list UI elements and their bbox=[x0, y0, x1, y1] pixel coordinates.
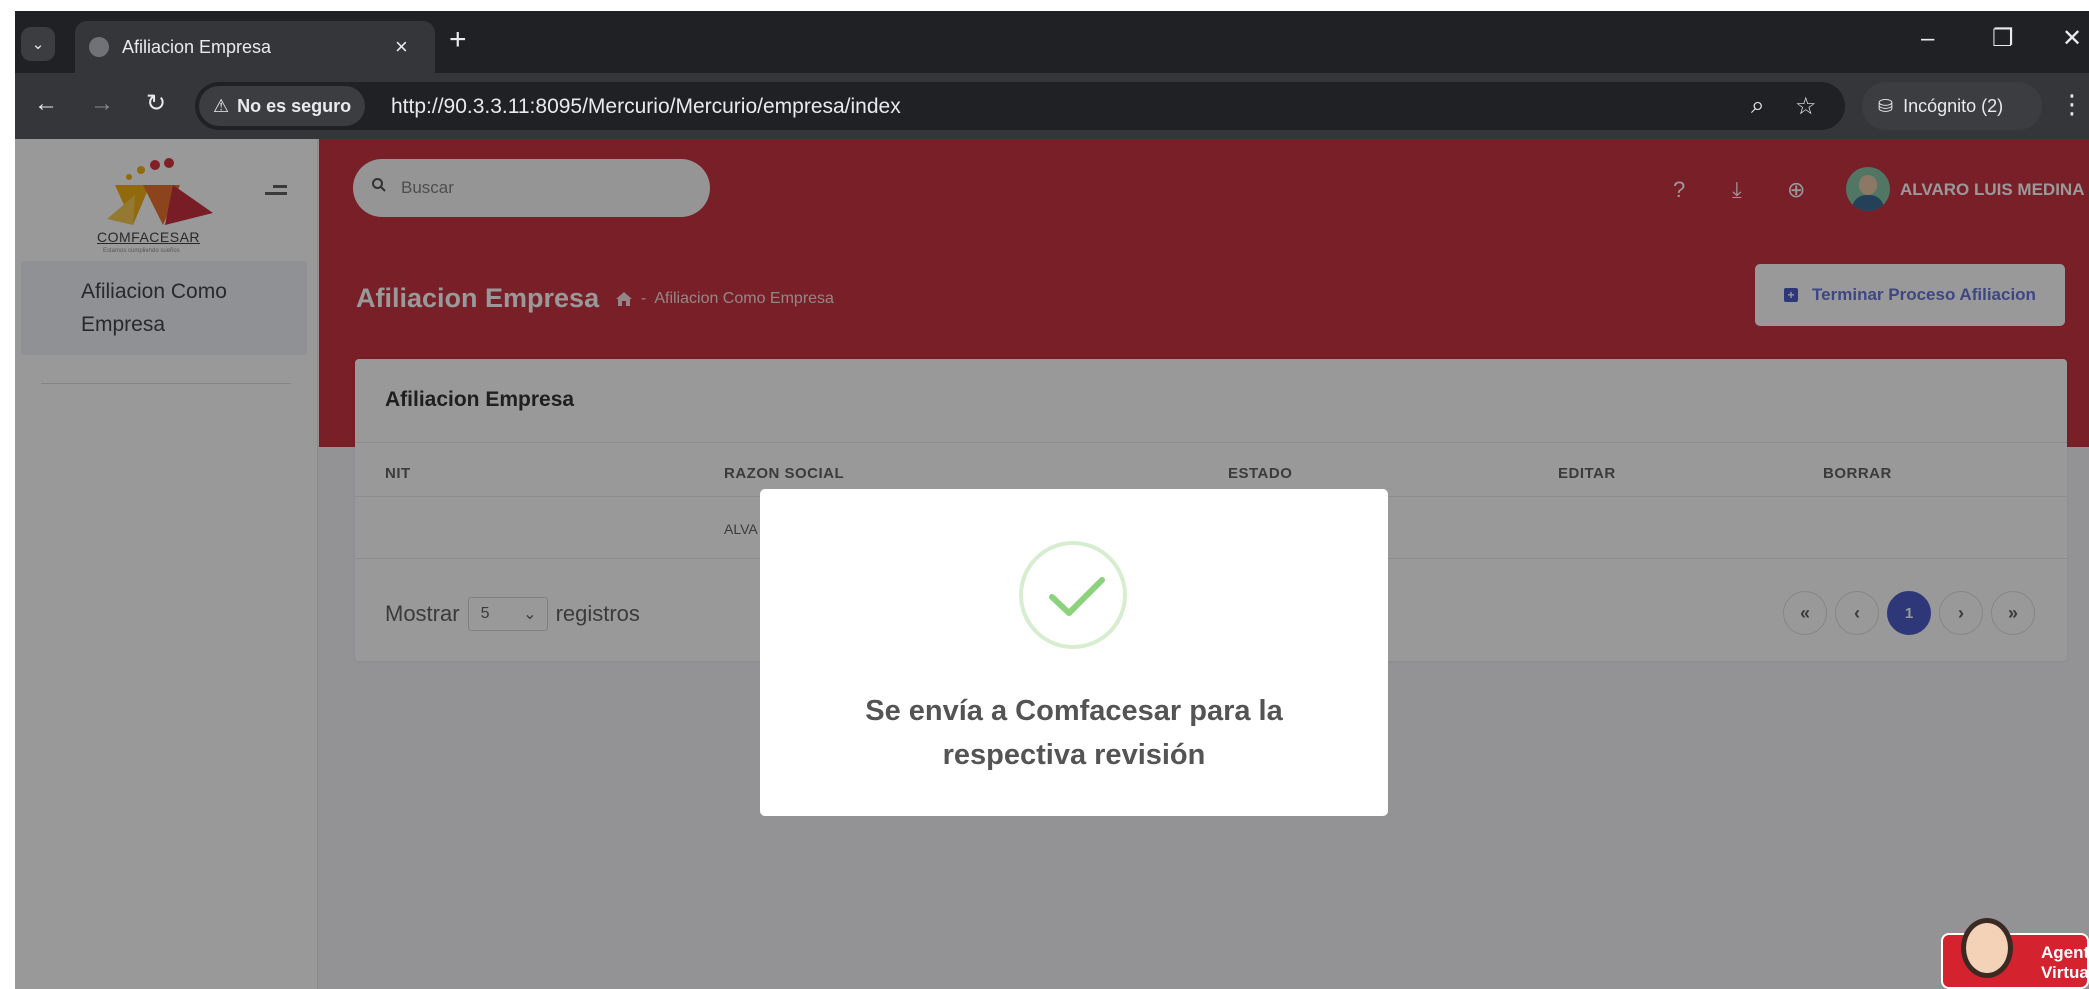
warning-icon: ⚠ bbox=[213, 95, 230, 116]
chevron-down-icon: ⌄ bbox=[31, 36, 45, 53]
security-label: No es seguro bbox=[237, 95, 352, 116]
browser-toolbar: ← → ↻ ⚠ No es seguro http://90.3.3.11:80… bbox=[15, 73, 2089, 139]
security-indicator[interactable]: ⚠ No es seguro bbox=[199, 86, 366, 126]
close-window-button[interactable]: ✕ bbox=[2062, 27, 2082, 51]
address-bar[interactable]: ⚠ No es seguro http://90.3.3.11:8095/Mer… bbox=[195, 82, 1845, 130]
success-check-icon bbox=[1019, 541, 1127, 649]
success-dialog: Se envía a Comfacesar para la respectiva… bbox=[760, 489, 1388, 816]
incognito-icon: ⛁ bbox=[1878, 95, 1894, 116]
reload-icon[interactable]: ↻ bbox=[146, 92, 166, 116]
url-text[interactable]: http://90.3.3.11:8095/Mercurio/Mercurio/… bbox=[391, 95, 901, 119]
forward-arrow-icon[interactable]: → bbox=[90, 92, 114, 116]
back-arrow-icon[interactable]: ← bbox=[34, 92, 58, 116]
tab-search-button[interactable]: ⌄ bbox=[21, 27, 55, 61]
virtual-agent-widget[interactable]: Agent Virtua bbox=[1941, 918, 2089, 989]
agent-label: Agent Virtua bbox=[2041, 943, 2089, 983]
browser-menu-icon[interactable]: ⋮ bbox=[2059, 91, 2085, 117]
browser-window: ⌄ Afiliacion Empresa × + – ❐ ✕ ← → ↻ ⚠ N… bbox=[15, 11, 2089, 989]
web-page: COMFACESAR Estamos cumpliendo sueños Afi… bbox=[15, 139, 2089, 989]
agent-label-line2: Virtua bbox=[2041, 963, 2089, 982]
tab-close-button[interactable]: × bbox=[395, 34, 408, 60]
incognito-label: Incógnito (2) bbox=[1903, 95, 2004, 116]
tab-title: Afiliacion Empresa bbox=[122, 37, 272, 57]
minimize-button[interactable]: – bbox=[1921, 27, 1934, 51]
incognito-indicator[interactable]: ⛁ Incógnito (2) bbox=[1862, 82, 2042, 130]
zoom-icon[interactable]: ⌕ bbox=[1751, 92, 1764, 120]
agent-label-line1: Agent bbox=[2041, 943, 2089, 962]
browser-tab[interactable]: Afiliacion Empresa × bbox=[75, 21, 435, 73]
globe-icon bbox=[89, 37, 109, 57]
agent-avatar-icon bbox=[1961, 918, 2013, 978]
bookmark-star-icon[interactable]: ☆ bbox=[1795, 92, 1817, 121]
restore-button[interactable]: ❐ bbox=[1992, 27, 2014, 51]
new-tab-button[interactable]: + bbox=[449, 25, 467, 55]
dialog-message: Se envía a Comfacesar para la respectiva… bbox=[865, 695, 1283, 771]
tab-strip: ⌄ Afiliacion Empresa × + – ❐ ✕ bbox=[15, 11, 2089, 73]
